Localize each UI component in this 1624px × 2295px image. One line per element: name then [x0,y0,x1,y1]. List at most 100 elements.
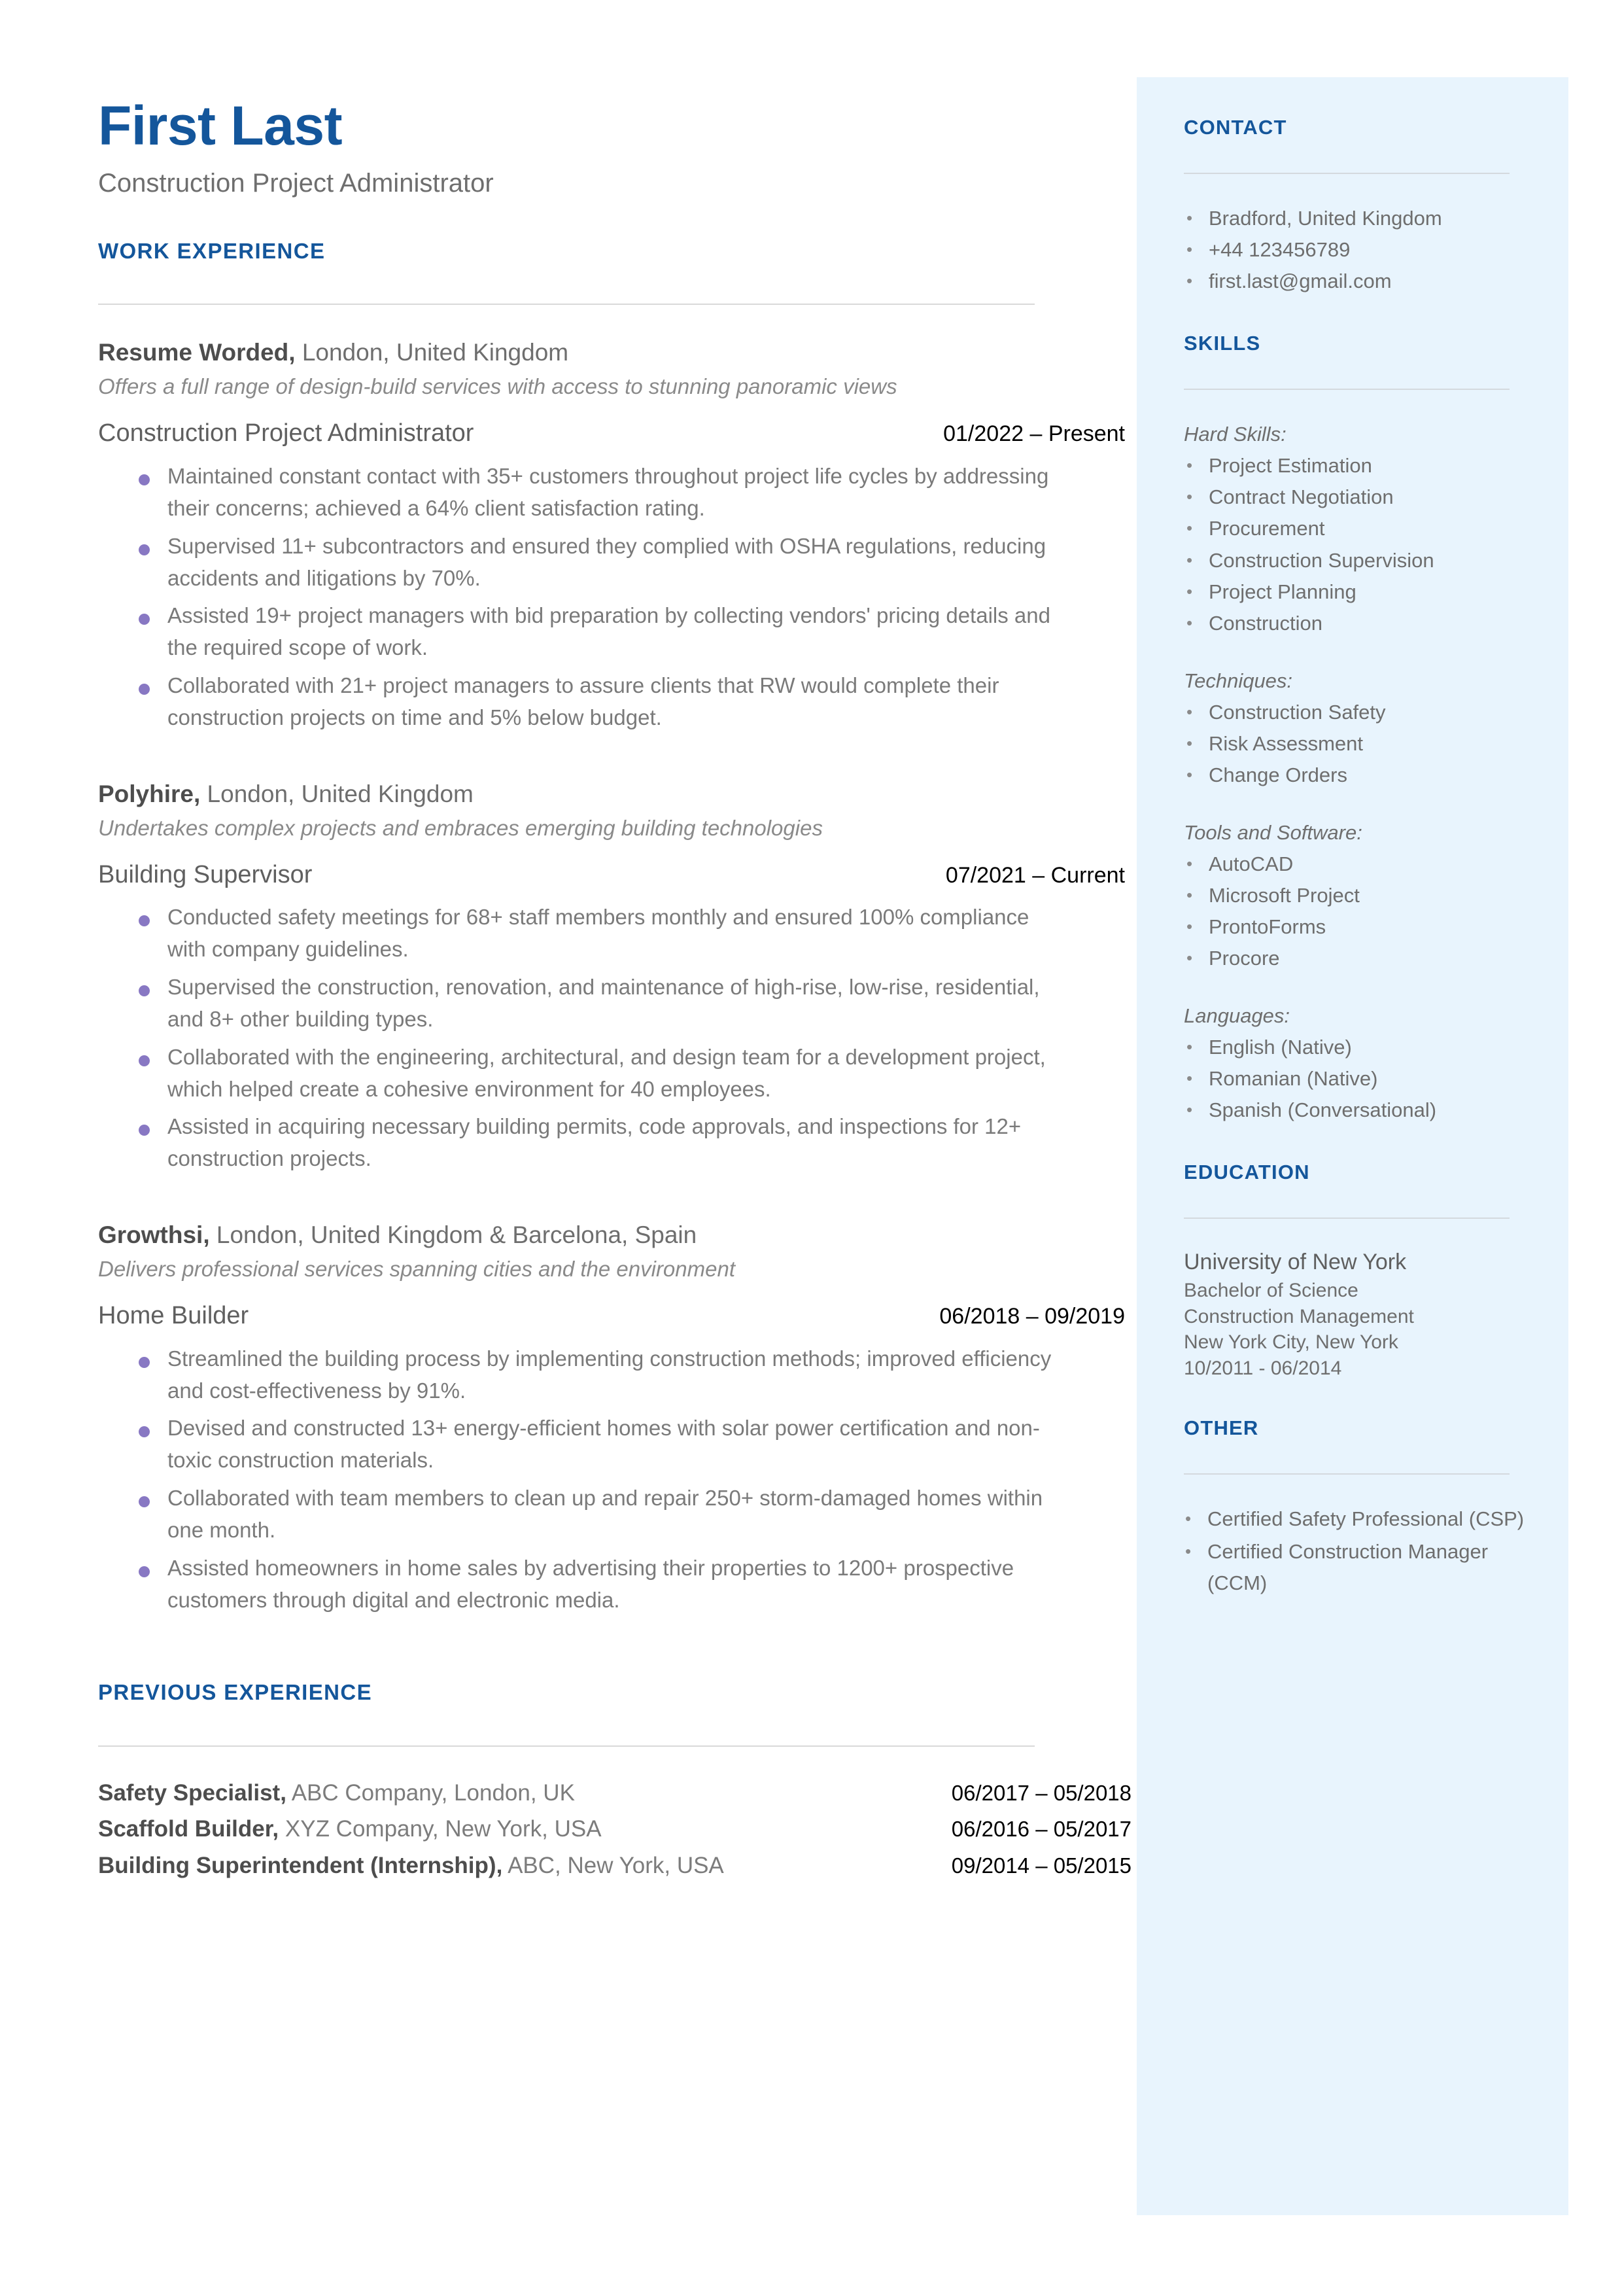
contact-list: Bradford, United Kingdom+44 123456789fir… [1184,203,1534,297]
section-title-work-experience: WORK EXPERIENCE [98,239,326,263]
skill-item: Project Estimation [1184,450,1534,482]
skill-item: Contract Negotiation [1184,482,1534,513]
other-list: Certified Safety Professional (CSP)Certi… [1184,1503,1534,1599]
section-divider [98,304,1035,306]
skills-group-label: Hard Skills: [1184,423,1287,446]
job-role-row: Home Builder 06/2018 – 09/2019 [98,1301,1125,1331]
skills-group: Hard Skills: Project EstimationContract N… [1184,419,1534,639]
education-dates: 10/2011 - 06/2014 [1184,1358,1342,1380]
job-dates: 07/2021 – Current [945,862,1125,888]
job-role-row: Construction Project Administrator 01/202… [98,419,1125,449]
job-role: Construction Project Administrator [98,419,474,447]
sidebar-title-other: OTHER [1184,1416,1259,1439]
job-entry: Growthsi, London, United Kingdom & Barce… [98,1219,1125,1653]
job-description: Delivers professional services spanning … [98,1256,735,1281]
skills-group: Techniques: Construction SafetyRisk Asses… [1184,665,1534,791]
job-company-name: Growthsi, [98,1221,210,1248]
previous-experience-label: Safety Specialist, ABC Company, London, … [98,1778,575,1808]
sidebar-section-skills: SKILLS Hard Skills:Project EstimationCon… [1184,332,1534,1126]
sidebar-divider [1184,1218,1510,1219]
job-bullet: Maintained constant contact with 35+ cus… [98,461,1053,525]
job-role: Home Builder [98,1302,249,1330]
job-entry: Resume Worded, London, United Kingdom Off… [98,336,1125,771]
previous-experience-detail: XYZ Company, New York, USA [279,1816,602,1842]
skill-item: Spanish (Conversational) [1184,1095,1534,1126]
skills-group-label: Tools and Software: [1184,820,1362,844]
job-bullet: Assisted in acquiring necessary building… [98,1111,1053,1175]
headline: Construction Project Administrator [98,169,494,198]
sidebar-divider [1184,389,1510,391]
job-description: Undertakes complex projects and embraces… [98,815,823,840]
skills-group-list: AutoCADMicrosoft ProjectProntoFormsProco… [1184,849,1534,974]
previous-experience-row: Safety Specialist, ABC Company, London, … [98,1778,1132,1808]
job-bullet: Streamlined the building process by impl… [98,1343,1053,1407]
section-title-previous-experience: PREVIOUS EXPERIENCE [98,1680,373,1705]
job-bullet: Devised and constructed 13+ energy-effic… [98,1412,1053,1477]
job-bullet: Supervised 11+ subcontractors and ensure… [98,531,1053,595]
other-item: Certified Construction Manager (CCM) [1184,1536,1534,1599]
skill-item: Change Orders [1184,760,1534,791]
job-company: Resume Worded, London, United Kingdom [98,336,1125,369]
skill-item: Microsoft Project [1184,880,1534,911]
skill-item: English (Native) [1184,1032,1534,1063]
job-location: London, United Kingdom [200,780,474,807]
sidebar-divider [1184,173,1510,175]
contact-item[interactable]: Bradford, United Kingdom [1184,203,1534,234]
job-description: Offers a full range of design-build serv… [98,374,897,399]
resume-page: First Last Construction Project Administ… [0,0,1624,2295]
previous-experience-label: Scaffold Builder, XYZ Company, New York,… [98,1814,602,1844]
skill-item: Risk Assessment [1184,728,1534,760]
contact-item[interactable]: first.last@gmail.com [1184,266,1534,297]
page-title: First Last [98,95,343,156]
skills-groups: Hard Skills: Project EstimationContract N… [1184,419,1534,1126]
sidebar-title-contact: CONTACT [1184,116,1287,139]
job-bullet: Assisted homeowners in home sales by adv… [98,1552,1053,1617]
job-bullet: Collaborated with team members to clean … [98,1482,1053,1547]
previous-experience-title: Safety Specialist, [98,1779,286,1806]
education-school: University of New York [1184,1250,1407,1275]
skills-group-label: Languages: [1184,1004,1290,1028]
job-role-row: Building Supervisor 07/2021 – Current [98,860,1125,890]
skill-item: ProntoForms [1184,911,1534,943]
job-location: London, United Kingdom & Barcelona, Spai… [209,1221,697,1248]
job-company: Growthsi, London, United Kingdom & Barce… [98,1219,1125,1252]
job-role: Building Supervisor [98,860,313,888]
previous-experience-title: Building Superintendent (Internship), [98,1852,503,1878]
job-dates: 01/2022 – Present [943,421,1125,447]
job-bullet: Collaborated with the engineering, archi… [98,1042,1053,1106]
skill-item: Construction [1184,608,1534,639]
previous-experience-dates: 06/2017 – 05/2018 [951,1780,1132,1805]
education-degree: Bachelor of Science [1184,1280,1358,1302]
sidebar: CONTACT Bradford, United Kingdom+44 1234… [1137,77,1568,2215]
job-company: Polyhire, London, United Kingdom [98,778,1125,811]
previous-experience-dates: 06/2016 – 05/2017 [951,1817,1132,1842]
main-column: First Last Construction Project Administ… [98,95,1132,1887]
job-company-name: Polyhire, [98,780,201,807]
job-bullet-list: Maintained constant contact with 35+ cus… [98,461,1125,734]
sidebar-section-contact: CONTACT Bradford, United Kingdom+44 1234… [1184,116,1534,297]
contact-item[interactable]: +44 123456789 [1184,234,1534,266]
job-entry: Polyhire, London, United Kingdom Undertak… [98,778,1125,1212]
previous-experience-list: Safety Specialist, ABC Company, London, … [98,1778,1132,1881]
sidebar-section-education: EDUCATION University of New York Bachelo… [1184,1161,1534,1381]
sidebar-title-skills: SKILLS [1184,332,1261,355]
previous-experience-detail: ABC Company, London, UK [286,1779,575,1806]
skills-group-list: Construction SafetyRisk AssessmentChange… [1184,697,1534,791]
skills-group-label: Techniques: [1184,669,1293,692]
previous-experience-row: Building Superintendent (Internship), AB… [98,1851,1132,1881]
previous-experience-row: Scaffold Builder, XYZ Company, New York,… [98,1814,1132,1844]
skill-item: Procore [1184,943,1534,974]
previous-experience-title: Scaffold Builder, [98,1816,279,1842]
skill-item: Construction Safety [1184,697,1534,728]
skills-group-list: Project EstimationContract NegotiationPr… [1184,450,1534,639]
job-bullet: Conducted safety meetings for 68+ staff … [98,902,1053,966]
previous-experience-label: Building Superintendent (Internship), AB… [98,1851,724,1881]
education-field: Construction Management [1184,1305,1414,1327]
previous-experience-dates: 09/2014 – 05/2015 [951,1853,1132,1878]
sidebar-divider [1184,1473,1510,1475]
job-bullet-list: Streamlined the building process by impl… [98,1343,1125,1617]
other-item: Certified Safety Professional (CSP) [1184,1503,1534,1535]
